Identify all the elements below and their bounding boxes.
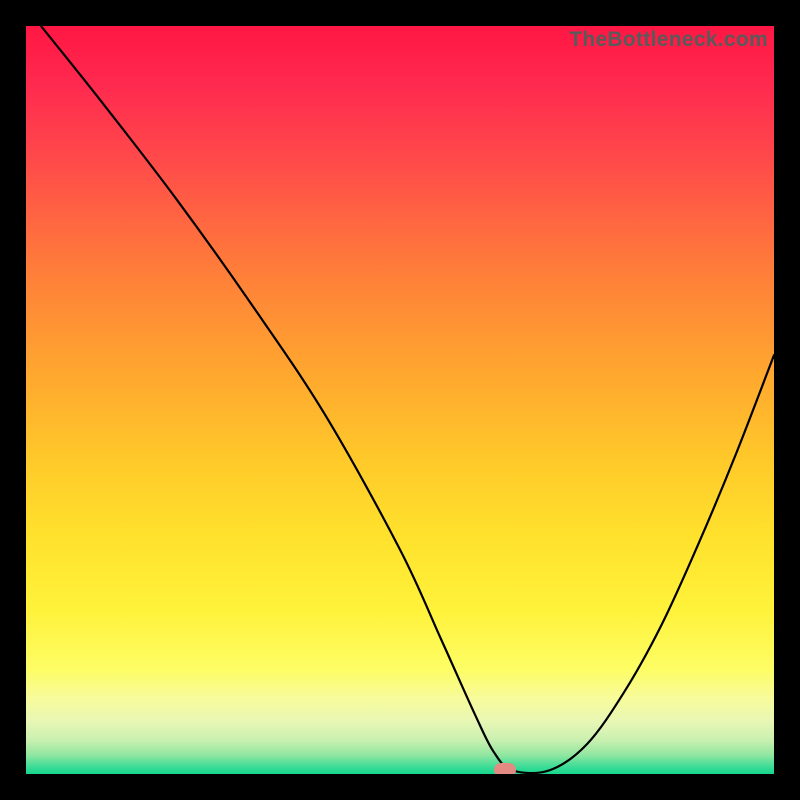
watermark-text: TheBottleneck.com	[569, 28, 768, 52]
chart-frame: TheBottleneck.com	[0, 0, 800, 800]
optimum-marker	[494, 763, 516, 774]
background-gradient	[26, 26, 774, 774]
plot-area: TheBottleneck.com	[26, 26, 774, 774]
